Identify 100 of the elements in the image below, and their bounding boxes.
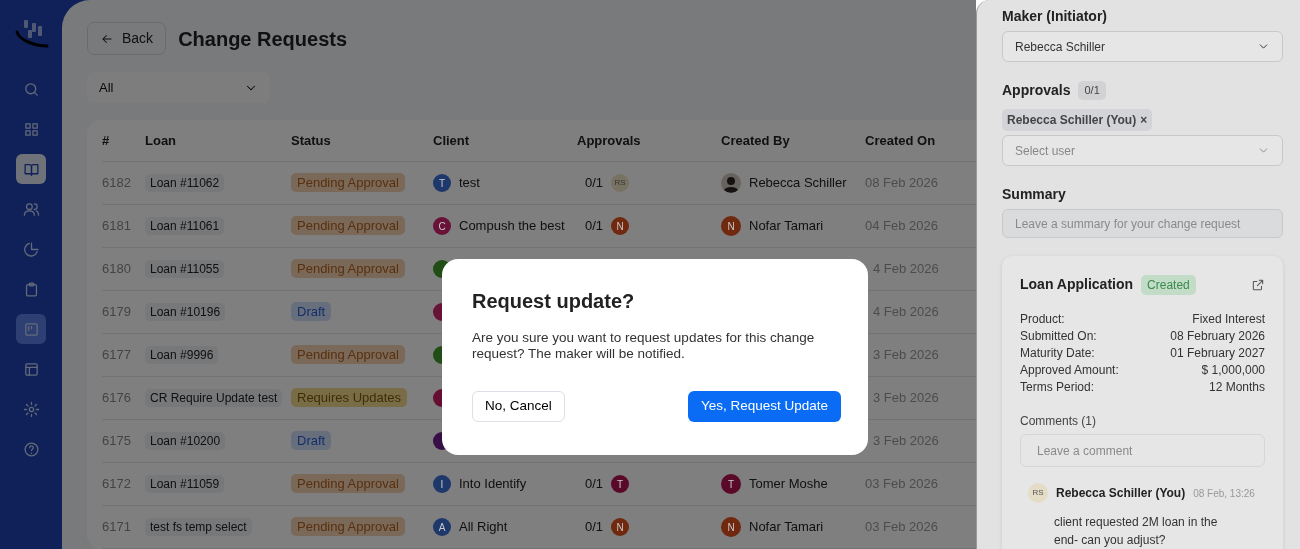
comments-label: Comments (1) — [1020, 413, 1097, 430]
table-cell: 6172 — [102, 476, 131, 492]
avatar: N — [721, 216, 741, 236]
client-name: Compush the best — [459, 217, 565, 236]
search-icon — [22, 80, 40, 98]
avatar: N — [721, 517, 741, 537]
table-cell: 6179 — [102, 304, 131, 320]
loan-tag[interactable]: Loan #11062 — [145, 174, 225, 193]
remove-button[interactable]: × — [1140, 111, 1148, 129]
status-badge: Pending Approval — [291, 517, 405, 537]
creator-name: Nofar Tamari — [749, 217, 824, 236]
avatar: RS — [611, 174, 630, 192]
table-cell: 6181 — [102, 218, 131, 234]
external-link-icon — [1251, 278, 1265, 293]
summary-field[interactable]: Leave a summary for your change request — [1002, 209, 1283, 238]
column-header: Status — [291, 131, 332, 150]
cancel-button[interactable]: No, Cancel — [472, 391, 565, 422]
comment-time: 08 Feb, 13:26 — [1193, 486, 1255, 501]
column-header: Created On — [865, 131, 937, 150]
client-name: Into Identify — [459, 475, 527, 494]
creator-name: Rebecca Schiller — [749, 174, 847, 193]
loan-tag[interactable]: Loan #11061 — [145, 217, 225, 236]
table-cell: 6176 — [102, 390, 131, 406]
approval-count: 0/1 — [585, 475, 604, 494]
column-header: Loan — [145, 131, 178, 150]
status-badge: Draft — [291, 302, 332, 322]
detail-label: Product: — [1020, 311, 1065, 328]
status-badge: Pending Approval — [291, 216, 405, 236]
status-badge: Pending Approval — [291, 173, 405, 193]
users-icon — [22, 200, 40, 218]
user-select[interactable]: Select user — [1002, 135, 1283, 166]
page-title: Change Requests — [178, 26, 348, 51]
maker-select[interactable]: Rebecca Schiller — [1002, 31, 1283, 62]
confirm-button[interactable]: Yes, Request Update — [687, 391, 841, 422]
table-icon — [22, 360, 40, 378]
avatar: T — [611, 475, 630, 493]
avatar: C — [433, 217, 451, 235]
detail-label: Maturity Date: — [1020, 345, 1095, 362]
avatar: N — [611, 217, 630, 235]
detail-value: $ 1,000,000 — [1201, 362, 1265, 379]
comment-author: Rebecca Schiller (You) — [1056, 485, 1186, 502]
detail-label: Approved Amount: — [1020, 362, 1119, 379]
client-name: test — [459, 174, 480, 193]
status-badge: Pending Approval — [291, 259, 405, 279]
user-chip: Rebecca Schiller (You) × — [1002, 109, 1153, 131]
nav-item[interactable] — [16, 154, 46, 184]
column-header: Created By — [721, 131, 791, 150]
loan-tag[interactable]: CR Require Update test — [145, 389, 283, 408]
loan-tag[interactable]: Loan #11059 — [145, 475, 225, 494]
avatar: RS — [1028, 483, 1048, 503]
loan-tag[interactable]: test fs temp select — [145, 518, 252, 537]
detail-value: Fixed Interest — [1192, 311, 1265, 328]
avatar: A — [433, 518, 451, 536]
column-header: Client — [433, 131, 471, 150]
column-header: Approvals — [577, 131, 642, 150]
board-icon — [22, 320, 40, 338]
column-header: # — [102, 131, 111, 150]
detail-label: Terms Period: — [1020, 379, 1095, 396]
loan-tag[interactable]: Loan #10196 — [145, 303, 226, 322]
avatar: T — [721, 474, 741, 494]
detail-value: 01 February 2027 — [1170, 345, 1265, 362]
comment-text: client requested 2M loan in the end- can you adjust? — [1053, 514, 1219, 549]
settings-icon — [22, 400, 40, 418]
card-title: Loan Application — [1020, 275, 1134, 294]
client-name: All Right — [459, 518, 508, 537]
comment-field[interactable]: Leave a comment — [1020, 434, 1265, 467]
avatar-photo — [721, 173, 741, 193]
approval-count: 0/1 — [585, 217, 604, 236]
loan-tag[interactable]: Loan #11055 — [145, 260, 225, 279]
creator-name: Nofar Tamari — [749, 518, 824, 537]
detail-value: 08 February 2026 — [1170, 328, 1265, 345]
status-badge: Created — [1141, 274, 1196, 295]
count-badge: 0/1 — [1078, 81, 1106, 100]
help-icon — [22, 440, 40, 458]
detail-label: Submitted On: — [1020, 328, 1097, 345]
field-label: Summary — [1002, 185, 1067, 204]
loan-tag[interactable]: Loan #10200 — [145, 432, 226, 451]
filter-select[interactable]: All — [87, 72, 270, 103]
loan-tag[interactable]: Loan #9996 — [145, 346, 219, 365]
table-cell: 6180 — [102, 261, 131, 277]
back-button[interactable]: Back — [87, 22, 167, 55]
creator-name: Tomer Moshe — [749, 475, 828, 494]
status-badge: Pending Approval — [291, 474, 405, 494]
table-cell: 6177 — [102, 347, 131, 363]
avatar: T — [433, 174, 451, 192]
approval-count: 0/1 — [585, 174, 604, 193]
nav-item[interactable] — [16, 314, 46, 344]
grid-icon — [22, 120, 40, 138]
avatar: I — [433, 475, 451, 493]
table-cell: 6175 — [102, 433, 131, 449]
status-badge: Pending Approval — [291, 345, 405, 365]
field-label: Approvals — [1002, 81, 1071, 100]
avatar: N — [611, 518, 630, 536]
status-badge: Requires Updates — [291, 388, 408, 408]
status-badge: Draft — [291, 431, 332, 451]
detail-value: 12 Months — [1208, 379, 1265, 396]
dialog-title: Request update? — [472, 289, 636, 313]
dialog-message: Are you sure you want to request updates for this change request? The maker will be notified. — [472, 330, 816, 362]
field-label: Maker (Initiator) — [1002, 7, 1108, 26]
pie-chart-icon — [22, 240, 40, 258]
